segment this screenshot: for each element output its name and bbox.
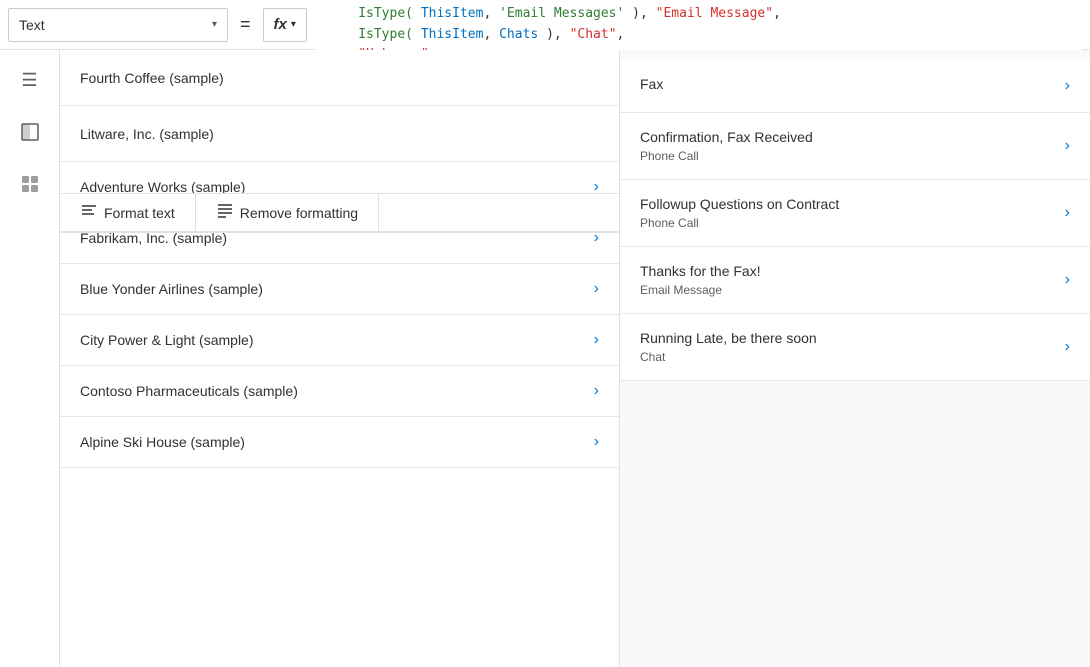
detail-item-chevron-icon: › — [1065, 271, 1070, 289]
list-item-label: Contoso Pharmaceuticals (sample) — [80, 383, 298, 399]
list-item-label: Fourth Coffee (sample) — [80, 70, 224, 86]
detail-item-chevron-icon: › — [1065, 204, 1070, 222]
list-item-label: Litware, Inc. (sample) — [80, 126, 214, 142]
format-toolbar: Format text Remove formatting — [60, 193, 620, 233]
content-area: Format text Remove formatting — [60, 50, 1090, 667]
details-panel: Fax › Confirmation, Fax Received Phone C… — [620, 50, 1090, 667]
detail-item-chevron-icon: › — [1065, 137, 1070, 155]
list-item[interactable]: Fourth Coffee (sample) — [60, 50, 619, 106]
sidebar-icon-layers[interactable] — [12, 114, 48, 150]
detail-item-content: Fax — [640, 76, 1053, 96]
detail-item[interactable]: Running Late, be there soon Chat › — [620, 314, 1090, 381]
detail-item-content: Running Late, be there soon Chat — [640, 330, 1053, 364]
detail-item-chevron-icon: › — [1065, 77, 1070, 95]
detail-item-title: Thanks for the Fax! — [640, 263, 1053, 279]
detail-item[interactable]: Thanks for the Fax! Email Message › — [620, 247, 1090, 314]
remove-formatting-button[interactable]: Remove formatting — [196, 194, 379, 231]
list-items-container: Fourth Coffee (sample) Litware, Inc. (sa… — [60, 50, 619, 468]
list-item-chevron-icon: › — [594, 382, 599, 400]
detail-item-title: Fax — [640, 76, 1053, 92]
detail-item-content: Thanks for the Fax! Email Message — [640, 263, 1053, 297]
detail-item-subtitle: Phone Call — [640, 216, 1053, 230]
detail-items-container: Fax › Confirmation, Fax Received Phone C… — [620, 50, 1090, 381]
list-item-label: City Power & Light (sample) — [80, 332, 254, 348]
format-text-label: Format text — [104, 205, 175, 221]
detail-item-subtitle: Chat — [640, 350, 1053, 364]
detail-item[interactable]: Fax › — [620, 60, 1090, 113]
detail-item-chevron-icon: › — [1065, 338, 1070, 356]
sidebar-icons: ☰ — [0, 50, 60, 667]
fx-button[interactable]: fx ▾ — [263, 8, 307, 42]
list-item-chevron-icon: › — [594, 433, 599, 451]
equals-sign: = — [236, 14, 255, 35]
list-item-chevron-icon: › — [594, 280, 599, 298]
list-item[interactable]: Contoso Pharmaceuticals (sample) › — [60, 366, 619, 417]
chevron-down-icon: ▾ — [212, 19, 217, 30]
detail-item-subtitle: Phone Call — [640, 149, 1053, 163]
list-item[interactable]: Alpine Ski House (sample) › — [60, 417, 619, 468]
list-panel: Format text Remove formatting — [60, 50, 620, 667]
detail-item-title: Followup Questions on Contract — [640, 196, 1053, 212]
field-selector[interactable]: Text ▾ — [8, 8, 228, 42]
detail-item-content: Confirmation, Fax Received Phone Call — [640, 129, 1053, 163]
format-text-button[interactable]: Format text — [60, 194, 196, 231]
list-item-label: Alpine Ski House (sample) — [80, 434, 245, 450]
detail-item-content: Followup Questions on Contract Phone Cal… — [640, 196, 1053, 230]
sidebar-icon-menu[interactable]: ☰ — [12, 62, 48, 98]
field-selector-label: Text — [19, 17, 204, 33]
fx-chevron-icon: ▾ — [291, 19, 296, 30]
detail-item-title: Running Late, be there soon — [640, 330, 1053, 346]
list-item-label: Blue Yonder Airlines (sample) — [80, 281, 263, 297]
list-item[interactable]: Litware, Inc. (sample) — [60, 106, 619, 162]
list-item[interactable]: City Power & Light (sample) › — [60, 315, 619, 366]
remove-formatting-label: Remove formatting — [240, 205, 358, 221]
main-area: ☰ — [0, 50, 1090, 667]
sidebar-icon-grid[interactable] — [12, 166, 48, 202]
detail-item-subtitle: Email Message — [640, 283, 1053, 297]
list-item-chevron-icon: › — [594, 331, 599, 349]
detail-item-title: Confirmation, Fax Received — [640, 129, 1053, 145]
fx-label: fx — [274, 16, 287, 33]
remove-formatting-icon — [216, 201, 234, 224]
top-bar: Text ▾ = fx ▾ If( IsType( ThisItem, Faxe… — [0, 0, 1090, 50]
detail-item[interactable]: Confirmation, Fax Received Phone Call › — [620, 113, 1090, 180]
list-item[interactable]: Blue Yonder Airlines (sample) › — [60, 264, 619, 315]
detail-item[interactable]: Followup Questions on Contract Phone Cal… — [620, 180, 1090, 247]
format-text-icon — [80, 201, 98, 224]
